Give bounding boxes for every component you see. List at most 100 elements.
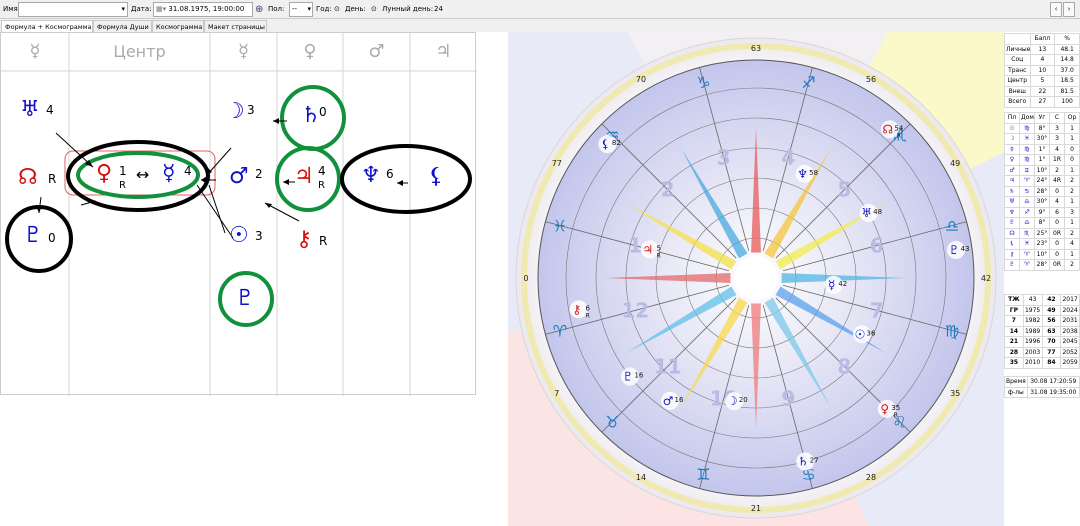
table-cell: Время [1004, 376, 1028, 388]
cycle-row: 35 2010 84 2059 [1004, 357, 1080, 369]
table-cell: Личные [1004, 43, 1031, 55]
next-button[interactable]: › [1063, 2, 1075, 17]
venus-value: 1 [119, 164, 127, 178]
cycle-row: 21 1996 70 2045 [1004, 336, 1080, 348]
uranus-value: 4 [46, 103, 54, 117]
table-cell: 4 [1049, 196, 1065, 208]
table-cell: 5 [1029, 75, 1056, 87]
planet-row: ⚷ ♈ 10° 0 1 [1004, 248, 1080, 260]
table-cell: 70 [1041, 336, 1062, 348]
planet-row: ♇ ♎ 8° 0 1 [1004, 217, 1080, 229]
score-row: Балл% [1004, 33, 1080, 45]
name-input[interactable]: ▾ [18, 2, 128, 17]
planet-glyph-icon: ☽ [727, 394, 738, 408]
pol-select[interactable]: -- ▾ [289, 2, 313, 17]
table-cell: 2 [1049, 164, 1065, 176]
table-cell: 0R [1049, 259, 1065, 271]
table-cell: ♋ [1019, 185, 1035, 197]
table-cell: 2010 [1022, 357, 1043, 369]
table-cell: ф-лы [1004, 386, 1028, 398]
table-cell: ⚸ [1004, 238, 1020, 250]
day-radio-icon[interactable]: ⊙ [371, 0, 377, 19]
chiron-glyph: ⚷ [296, 227, 313, 252]
col-header-venus: ♀ [303, 41, 317, 62]
table-cell: ♈ [1019, 259, 1035, 271]
tab-page-layout[interactable]: Макет страницы [204, 20, 267, 32]
planet-glyph-icon: ☊ [882, 122, 893, 136]
table-cell: 21 [1004, 336, 1024, 348]
table-cell [1004, 33, 1031, 45]
table-cell: 4 [1029, 54, 1056, 66]
table-cell: Центр [1004, 75, 1031, 87]
cycle-row: 7 1982 56 2031 [1004, 315, 1080, 327]
lilith-glyph: ⚸ [428, 164, 445, 189]
table-cell: 2 [1064, 259, 1080, 271]
planet-degree-label: 43 [961, 245, 970, 253]
table-cell: 9° [1034, 206, 1050, 218]
planet-retro-label: R [586, 312, 590, 319]
globe-icon[interactable]: ⊕ [255, 0, 263, 19]
table-cell: 42 [1041, 294, 1062, 306]
planet-row: ⚸ ♓ 23° 0 4 [1004, 238, 1080, 250]
table-cell: ♎ [1019, 196, 1035, 208]
table-cell: 1 [1064, 164, 1080, 176]
house-number-label: 12 [621, 298, 649, 322]
table-cell: 1989 [1022, 325, 1043, 337]
zodiac-sign-icon: ♑ [696, 73, 710, 92]
table-cell: 3 [1049, 122, 1065, 134]
tab-soul-formula[interactable]: Формула Души [93, 20, 152, 32]
tab-cosmogram[interactable]: Космограмма [152, 20, 204, 32]
planet-glyph-icon: ♄ [798, 455, 809, 469]
chiron-value: R [319, 234, 328, 248]
table-cell: 4 [1064, 238, 1080, 250]
neptune-glyph: ♆ [361, 163, 381, 188]
planet-retro-label: R [894, 412, 898, 419]
saturn-glyph: ♄ [301, 103, 321, 128]
lunar-day-value: 24 [434, 5, 443, 13]
planet-row: ♅ ♎ 30° 4 1 [1004, 196, 1080, 208]
planet-degree-label: 27 [810, 457, 819, 465]
table-cell: Дом [1019, 112, 1035, 124]
table-cell: Уг [1034, 112, 1050, 124]
table-cell: 24° [1034, 175, 1050, 187]
house-number-label: 8 [837, 354, 851, 378]
year-radio-icon[interactable]: ⊙ [334, 0, 340, 19]
planet-glyph-icon: ⚸ [601, 137, 610, 151]
score-row: Всего 27 100 [1004, 96, 1080, 108]
planet-degree-label: 48 [873, 208, 882, 216]
year-label: Год: [316, 5, 332, 13]
planet-row: ☉ ♍ 8° 3 1 [1004, 122, 1080, 134]
table-cell: 30° [1034, 196, 1050, 208]
planet-row: ♇ ♈ 28° 0R 2 [1004, 259, 1080, 271]
table-cell: ♊ [1019, 164, 1035, 176]
table-cell: 2017 [1060, 294, 1080, 306]
planet-retro-label: R [897, 132, 901, 139]
planet-row: ♃ ♈ 24° 4R 2 [1004, 175, 1080, 187]
table-cell: 28° [1034, 259, 1050, 271]
planet-table: Пл Дом Уг С Ор ☉ ♍ 8° 3 1 ☽ ♓ 30° 3 1 ☿ ♍ 1° 4 0 ♀ ♍ 1° 1R 0 ♂ ♊ 10… [1004, 112, 1080, 271]
table-cell: 2003 [1022, 346, 1043, 358]
table-cell: 2 [1064, 185, 1080, 197]
table-cell: 2052 [1060, 346, 1080, 358]
table-cell: Пл [1004, 112, 1020, 124]
stats-panel: Балл% Личные 13 48.1 Соц 4 14.8 Транс 10 37.0 Цент… [1004, 32, 1080, 526]
house-number-label: 6 [870, 234, 884, 258]
time-table: Время 30.08 17:20:59 ф-лы 31.08 19:35:00 [1004, 376, 1080, 398]
table-cell: 48.1 [1054, 43, 1080, 55]
table-cell: 0 [1064, 143, 1080, 155]
tab-formula-cosmogram[interactable]: Формула + Космограмма [1, 20, 93, 32]
planet-degree-label: 82 [612, 139, 621, 147]
venus-glyph: ♀ [96, 161, 113, 186]
table-cell: 28° [1034, 185, 1050, 197]
cycle-row: 28 2003 77 2052 [1004, 346, 1080, 358]
age-degree-label: 56 [866, 75, 876, 84]
col-header-mars: ♂ [368, 41, 385, 62]
table-cell: 4R [1049, 175, 1065, 187]
planet-degree-label: 6 [586, 304, 591, 312]
planet-row: ♄ ♋ 28° 0 2 [1004, 185, 1080, 197]
date-input[interactable]: ▦▾ 31.08.1975, 19:00:00 [153, 2, 253, 17]
mercury-value: 4 [184, 164, 192, 178]
prev-button[interactable]: ‹ [1050, 2, 1062, 17]
lunar-day-label: Лунный день: [382, 5, 434, 13]
table-cell: ТЖ [1004, 294, 1024, 306]
